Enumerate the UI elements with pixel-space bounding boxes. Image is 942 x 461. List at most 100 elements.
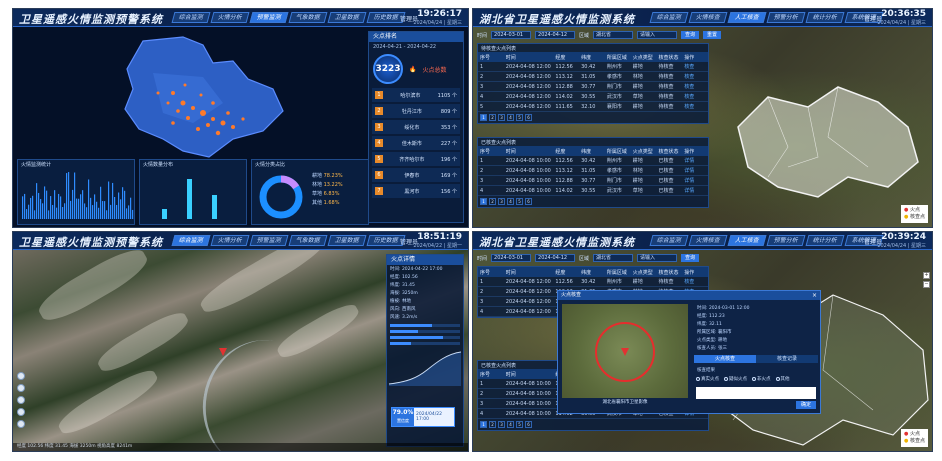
- nav-item[interactable]: 气象数据: [288, 235, 328, 246]
- page-button[interactable]: 1: [480, 198, 487, 205]
- nav-item[interactable]: 预警分析: [766, 235, 806, 246]
- page-button[interactable]: 5: [516, 114, 523, 121]
- table-row[interactable]: 4 2024-04-08 10:00 114.02 30.55 武汉市 草地 已核查 详情: [478, 186, 708, 196]
- nav-item[interactable]: 火情核查: [688, 235, 728, 246]
- row-action-link[interactable]: 核查: [682, 63, 708, 70]
- search-input[interactable]: 请输入: [637, 254, 678, 262]
- nav-item[interactable]: 综合监测: [649, 235, 689, 246]
- nav-item[interactable]: 综合监测: [649, 12, 689, 23]
- nav-item[interactable]: 统计分析: [805, 12, 845, 23]
- row-action-link[interactable]: 核查: [682, 73, 708, 80]
- table-row[interactable]: 5 2024-04-08 12:00 111.65 32.10 襄阳市 耕地 待核查 核查: [478, 102, 708, 112]
- row-action-link[interactable]: 核查: [682, 278, 708, 285]
- nav-item[interactable]: 火情核查: [688, 12, 728, 23]
- radio-option[interactable]: 疑似火点: [724, 376, 747, 382]
- radio-option[interactable]: 其他: [775, 376, 790, 382]
- nav-item[interactable]: 气象数据: [288, 12, 328, 23]
- slider[interactable]: [390, 324, 460, 327]
- zoom-out-icon[interactable]: [17, 396, 25, 404]
- row-action-link[interactable]: 核查: [682, 103, 708, 110]
- rank-row[interactable]: 3 绥化市 353 个: [372, 120, 460, 134]
- row-action-link[interactable]: 核查: [682, 93, 708, 100]
- fire-marker-icon[interactable]: [219, 348, 227, 356]
- slider[interactable]: [390, 330, 460, 333]
- tab-check[interactable]: 火点核查: [694, 355, 756, 363]
- zoom-in-icon[interactable]: [17, 384, 25, 392]
- date-from[interactable]: 2024-03-01: [491, 31, 532, 39]
- date-from[interactable]: 2024-03-01: [491, 254, 532, 262]
- row-action-link[interactable]: 详情: [682, 157, 708, 164]
- page-button[interactable]: 2: [489, 421, 496, 428]
- table-row[interactable]: 2 2024-04-08 10:00 113.12 31.05 孝感市 林地 已核查 详情: [478, 166, 708, 176]
- page-button[interactable]: 5: [516, 421, 523, 428]
- nav-item[interactable]: 卫星数据: [327, 235, 367, 246]
- nav-item[interactable]: 卫星数据: [327, 12, 367, 23]
- rank-row[interactable]: 6 伊春市 169 个: [372, 168, 460, 182]
- table-row[interactable]: 3 2024-04-08 12:00 112.88 30.77 荆门市 耕地 待核查 核查: [478, 82, 708, 92]
- nav-item[interactable]: 预警分析: [766, 12, 806, 23]
- nav-item-active[interactable]: 人工核查: [727, 235, 767, 246]
- search-button[interactable]: 查询: [681, 254, 700, 262]
- region-select[interactable]: 湖北省: [593, 31, 634, 39]
- slider[interactable]: [390, 342, 460, 345]
- nav-item-active[interactable]: 人工核查: [727, 12, 767, 23]
- close-icon[interactable]: ×: [812, 291, 817, 300]
- table-row[interactable]: 4 2024-04-08 12:00 114.02 30.55 武汉市 草地 待核查 核查: [478, 92, 708, 102]
- zoom-in-icon[interactable]: +: [923, 272, 930, 279]
- zoom-out-icon[interactable]: −: [923, 281, 930, 288]
- nav-item[interactable]: 火情分析: [210, 12, 250, 23]
- rank-row[interactable]: 5 齐齐哈尔市 196 个: [372, 152, 460, 166]
- page-button[interactable]: 3: [498, 198, 505, 205]
- date-range[interactable]: 2024-04-21 - 2024-04-22: [369, 42, 463, 52]
- date-to[interactable]: 2024-04-12: [535, 254, 576, 262]
- page-button[interactable]: 1: [480, 114, 487, 121]
- page-button[interactable]: 6: [525, 421, 532, 428]
- row-action-link[interactable]: 详情: [682, 167, 708, 174]
- nav-item[interactable]: 预警监测: [249, 235, 289, 246]
- page-button[interactable]: 6: [525, 114, 532, 121]
- table-row[interactable]: 3 2024-04-08 10:00 112.88 30.77 荆门市 耕地 已核查 详情: [478, 176, 708, 186]
- table-row[interactable]: 1 2024-04-08 10:00 112.56 30.42 荆州市 耕地 已核查 详情: [478, 156, 708, 166]
- slider[interactable]: [390, 336, 460, 339]
- row-action-link[interactable]: 详情: [682, 177, 708, 184]
- row-action-link[interactable]: 核查: [682, 83, 708, 90]
- page-button[interactable]: 4: [507, 114, 514, 121]
- satellite-thumbnail[interactable]: [562, 304, 688, 398]
- search-button[interactable]: 查询: [681, 31, 700, 39]
- radio-option[interactable]: 非火点: [752, 376, 771, 382]
- page-button[interactable]: 5: [516, 198, 523, 205]
- table-row[interactable]: 1 2024-04-08 12:00 112.56 30.42 荆州市 耕地 待核查 核查: [478, 62, 708, 72]
- page-button[interactable]: 2: [489, 114, 496, 121]
- radio-option[interactable]: 真实火点: [696, 376, 719, 382]
- rank-row[interactable]: 1 哈尔滨市 1105 个: [372, 88, 460, 102]
- page-button[interactable]: 3: [498, 114, 505, 121]
- search-input[interactable]: 请输入: [637, 31, 678, 39]
- page-button[interactable]: 4: [507, 198, 514, 205]
- layers-icon[interactable]: [17, 408, 25, 416]
- reset-button[interactable]: 重置: [703, 31, 722, 39]
- info-icon[interactable]: [17, 420, 25, 428]
- page-button[interactable]: 2: [489, 198, 496, 205]
- nav-item[interactable]: 火情分析: [210, 235, 250, 246]
- date-to[interactable]: 2024-04-12: [535, 31, 576, 39]
- nav-item-active[interactable]: 预警监测: [249, 12, 289, 23]
- row-action-link[interactable]: 详情: [682, 187, 708, 194]
- tab-history[interactable]: 核查记录: [756, 355, 818, 363]
- nav-item[interactable]: 统计分析: [805, 235, 845, 246]
- table-row[interactable]: 1 2024-04-08 12:00 112.56 30.42 荆州市 耕地 待核查 核查: [478, 277, 708, 287]
- rank-row[interactable]: 7 黑河市 156 个: [372, 184, 460, 198]
- page-button[interactable]: 3: [498, 421, 505, 428]
- confirm-button[interactable]: 确定: [795, 401, 816, 409]
- page-button[interactable]: 1: [480, 421, 487, 428]
- rank-row[interactable]: 4 佳木斯市 227 个: [372, 136, 460, 150]
- nav-item[interactable]: 综合监测: [171, 12, 211, 23]
- nav-item-active[interactable]: 综合监测: [171, 235, 211, 246]
- page-button[interactable]: 6: [525, 198, 532, 205]
- page-button[interactable]: 4: [507, 421, 514, 428]
- region-select[interactable]: 湖北省: [593, 254, 634, 262]
- rank-row[interactable]: 2 牡丹江市 809 个: [372, 104, 460, 118]
- province-heatmap[interactable]: [113, 33, 293, 163]
- compass-icon[interactable]: [17, 372, 25, 380]
- table-row[interactable]: 2 2024-04-08 12:00 113.12 31.05 孝感市 林地 待核查 核查: [478, 72, 708, 82]
- remark-textarea[interactable]: [696, 387, 816, 399]
